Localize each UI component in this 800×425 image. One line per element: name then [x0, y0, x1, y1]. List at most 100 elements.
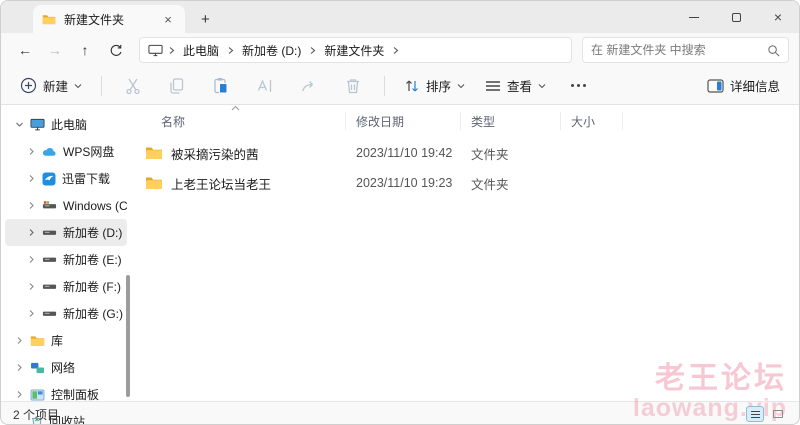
sidebar-item-libraries[interactable]: 库	[5, 327, 127, 354]
chevron-right-icon[interactable]	[27, 309, 36, 318]
paste-button[interactable]	[204, 73, 238, 99]
library-icon	[30, 335, 45, 346]
sidebar-item-wps-cloud[interactable]: WPS网盘	[5, 138, 127, 165]
file-name-cell[interactable]: 上老王论坛当老王	[131, 174, 346, 193]
rename-button[interactable]	[248, 73, 282, 99]
sidebar-item-label: 新加卷 (E:)	[63, 253, 122, 267]
see-more-button[interactable]	[561, 80, 595, 91]
search-input[interactable]	[591, 43, 761, 57]
thunder-bird-icon	[42, 172, 56, 185]
ellipsis-icon	[570, 84, 586, 87]
sort-ascending-icon	[231, 105, 240, 111]
breadcrumb-this-pc[interactable]: 此电脑	[180, 40, 222, 61]
breadcrumb-drive-d[interactable]: 新加卷 (D:)	[239, 40, 304, 61]
breadcrumb-chevron-icon[interactable]	[392, 46, 399, 55]
chevron-down-icon	[538, 83, 546, 88]
sidebar-scrollbar[interactable]	[126, 275, 130, 397]
new-tab-button[interactable]: +	[201, 12, 210, 27]
content-area: 此电脑 WPS网盘 迅雷下载 Windows (C:) 新加卷 (D:)	[1, 105, 799, 424]
navigation-bar: ← → ↑ 此电脑 新加卷 (D:) 新建文件夹	[1, 33, 799, 67]
copy-button[interactable]	[160, 73, 194, 99]
breadcrumb-chevron-icon[interactable]	[168, 46, 175, 55]
file-name: 被采摘污染的茜	[171, 147, 259, 162]
view-button[interactable]: 查看	[480, 72, 551, 99]
sidebar-item-label: 库	[51, 334, 64, 348]
file-date: 2023/11/10 19:23	[356, 176, 453, 190]
tab-new-folder[interactable]: 新建文件夹 ×	[33, 5, 185, 33]
chevron-right-icon[interactable]	[27, 174, 36, 183]
maximize-button[interactable]	[715, 1, 757, 33]
search-box[interactable]	[582, 37, 789, 63]
new-button[interactable]: 新建	[15, 72, 87, 99]
close-button[interactable]: ×	[757, 1, 799, 33]
chevron-right-icon[interactable]	[27, 147, 36, 156]
sidebar-item-label: 迅雷下载	[62, 172, 111, 186]
sidebar-item-network[interactable]: 网络	[5, 354, 127, 381]
item-count: 2 个项目	[13, 407, 60, 422]
sidebar-item-label: 此电脑	[51, 118, 88, 132]
delete-button[interactable]	[336, 73, 370, 99]
chevron-down-icon	[457, 83, 465, 88]
sort-button[interactable]: 排序	[399, 72, 470, 99]
sidebar-item-drive-e[interactable]: 新加卷 (E:)	[5, 246, 127, 273]
drive-icon	[42, 257, 57, 262]
sort-button-label: 排序	[426, 80, 452, 94]
details-pane-icon	[707, 78, 724, 93]
chevron-right-icon[interactable]	[15, 390, 24, 399]
refresh-icon	[110, 44, 121, 56]
share-icon	[302, 80, 313, 91]
close-icon: ×	[773, 9, 783, 25]
folder-icon	[146, 147, 162, 159]
tab-title: 新建文件夹	[64, 12, 125, 27]
file-name-cell[interactable]: 被采摘污染的茜	[131, 144, 346, 163]
cut-button[interactable]	[116, 73, 150, 99]
forward-button[interactable]: →	[41, 37, 69, 63]
column-header-type[interactable]: 类型	[461, 112, 561, 130]
up-button[interactable]: ↑	[71, 37, 99, 63]
network-icon	[31, 362, 44, 373]
chevron-right-icon[interactable]	[15, 363, 24, 372]
file-row[interactable]: 上老王论坛当老王 2023/11/10 19:23 文件夹	[131, 168, 799, 198]
large-icons-view-toggle[interactable]	[769, 406, 787, 422]
sidebar-item-drive-d[interactable]: 新加卷 (D:)	[5, 219, 127, 246]
back-button[interactable]: ←	[11, 37, 39, 63]
chevron-down-icon[interactable]	[15, 120, 24, 129]
column-header-name[interactable]: 名称	[131, 105, 346, 130]
file-row[interactable]: 被采摘污染的茜 2023/11/10 19:42 文件夹	[131, 138, 799, 168]
address-bar[interactable]: 此电脑 新加卷 (D:) 新建文件夹	[139, 37, 572, 63]
tab-close-icon[interactable]: ×	[160, 11, 176, 27]
drive-icon	[42, 284, 57, 289]
this-pc-icon	[148, 44, 163, 56]
share-button[interactable]	[292, 73, 326, 99]
details-view-toggle[interactable]	[746, 406, 764, 422]
details-pane-label: 详细信息	[729, 80, 780, 94]
chevron-down-icon	[74, 83, 82, 88]
column-header-size[interactable]: 大小	[561, 112, 623, 130]
sidebar-item-drive-c[interactable]: Windows (C:)	[5, 192, 127, 219]
sidebar-item-this-pc[interactable]: 此电脑	[5, 111, 127, 138]
refresh-button[interactable]	[101, 37, 129, 63]
chevron-right-icon[interactable]	[27, 255, 36, 264]
breadcrumb-chevron-icon[interactable]	[227, 46, 234, 55]
file-list-area[interactable]: 名称 修改日期 类型 大小 被采摘污染的茜 2023/11/10 19:42 文…	[131, 105, 799, 401]
chevron-right-icon[interactable]	[27, 201, 36, 210]
sidebar-item-drive-f[interactable]: 新加卷 (F:)	[5, 273, 127, 300]
plus-circle-icon	[20, 77, 37, 94]
sidebar-item-label: Windows (C:)	[63, 198, 127, 213]
details-pane-button[interactable]: 详细信息	[702, 72, 785, 99]
chevron-right-icon[interactable]	[15, 336, 24, 345]
breadcrumb-current-folder[interactable]: 新建文件夹	[321, 40, 387, 61]
drive-icon	[42, 230, 57, 235]
navigation-sidebar: 此电脑 WPS网盘 迅雷下载 Windows (C:) 新加卷 (D:)	[1, 105, 131, 424]
chevron-right-icon[interactable]	[27, 228, 36, 237]
folder-icon	[146, 177, 162, 189]
minimize-button[interactable]	[673, 1, 715, 33]
sidebar-item-label: 网络	[51, 361, 76, 375]
sidebar-item-drive-g[interactable]: 新加卷 (G:)	[5, 300, 127, 327]
chevron-right-icon[interactable]	[27, 282, 36, 291]
breadcrumb-chevron-icon[interactable]	[309, 46, 316, 55]
column-header-date[interactable]: 修改日期	[346, 112, 461, 130]
sidebar-item-thunder-download[interactable]: 迅雷下载	[5, 165, 127, 192]
search-icon	[768, 44, 780, 56]
view-toggles	[746, 406, 787, 422]
